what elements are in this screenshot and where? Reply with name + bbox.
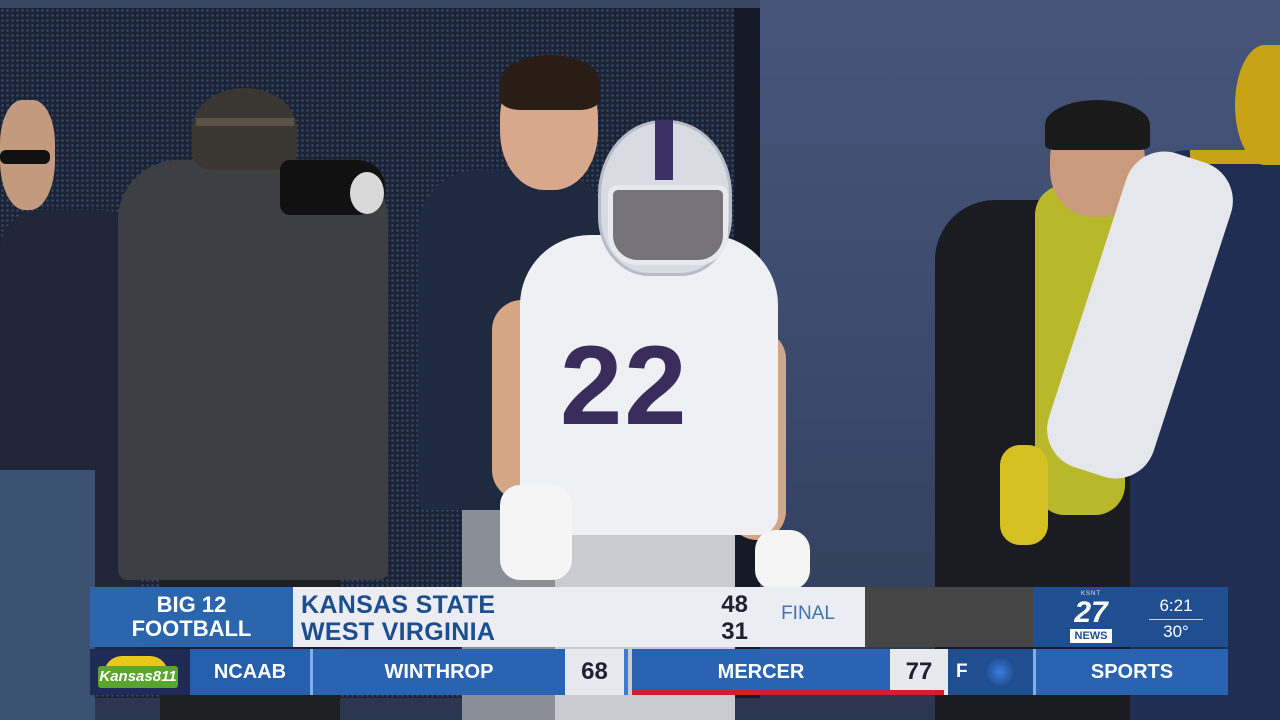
team2-name: WEST VIRGINIA — [301, 618, 496, 646]
team2-score: 31 — [721, 618, 748, 645]
spectator-left-jeans — [0, 470, 95, 720]
ticker-status: F — [948, 649, 1033, 695]
ticker-team2: MERCER — [632, 649, 890, 695]
beanie-stripe — [196, 118, 294, 126]
game-status: FINAL — [781, 603, 835, 624]
glove-right — [755, 530, 810, 590]
ticker-score1: 68 — [565, 649, 628, 695]
team1-name: KANSAS STATE — [301, 591, 496, 619]
fan-cap — [1045, 100, 1150, 150]
ticker-section: SPORTS — [1033, 649, 1228, 695]
station-logo-word: NEWS — [1070, 629, 1112, 643]
beanie-hat — [192, 88, 297, 170]
station-logo-number: 27 — [1074, 596, 1108, 629]
ticker-status-text: F — [956, 661, 968, 682]
conference-label: BIG 12 FOOTBALL — [90, 587, 293, 647]
team1-score: 48 — [721, 591, 748, 618]
camera-lens — [350, 172, 384, 214]
glow-dot-icon — [986, 658, 1014, 686]
fan-glove — [1000, 445, 1048, 545]
ticker-league: NCAAB — [190, 649, 313, 695]
conference-label-line1: BIG 12 — [156, 592, 227, 617]
station-logo: KSNT 27 NEWS — [1070, 591, 1112, 643]
clock-divider — [1149, 619, 1203, 620]
conference-label-line2: FOOTBALL — [131, 616, 252, 641]
sponsor-logo-text: Kansas811 — [98, 666, 178, 688]
clock-time: 6:21 — [1159, 596, 1193, 615]
ticker-accent-line — [632, 690, 944, 695]
temperature: 30° — [1163, 622, 1189, 641]
facemask — [608, 185, 728, 265]
ticker-score2: 77 — [890, 649, 948, 695]
score-ticker: BIG 12 FOOTBALL KANSAS STATE WEST VIRGIN… — [90, 587, 1228, 695]
ticker-team1: WINTHROP — [313, 649, 565, 695]
jersey-number: 22 — [560, 323, 689, 448]
sponsor-logo: Kansas811 — [90, 649, 190, 695]
ticker-spacer — [865, 587, 1033, 647]
sunglasses — [0, 150, 50, 164]
glove-left — [500, 485, 572, 580]
main-score-panel: KANSAS STATE WEST VIRGINIA 48 31 FINAL — [293, 587, 865, 647]
student-hair — [500, 55, 600, 110]
station-panel: KSNT 27 NEWS 6:21 30° — [1033, 587, 1228, 647]
helmet-stripe — [655, 120, 673, 180]
cameraman-jacket — [118, 160, 388, 580]
